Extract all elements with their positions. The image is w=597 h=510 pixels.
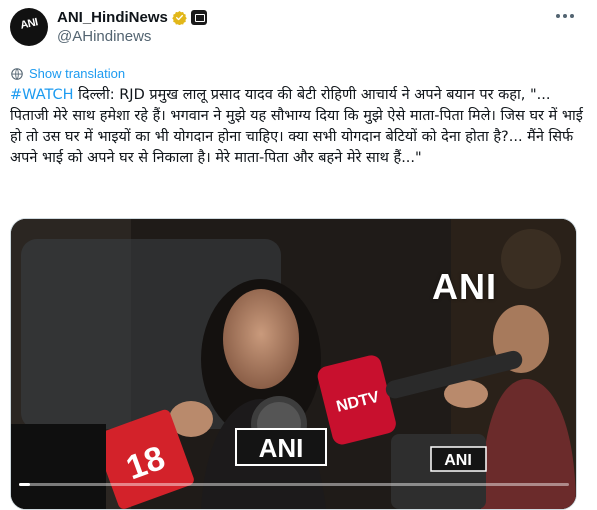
author-handle[interactable]: @AHindinews [57, 28, 151, 45]
hashtag-link[interactable]: #WATCH [10, 87, 74, 103]
tv-icon[interactable] [190, 9, 207, 25]
globe-icon [11, 67, 23, 80]
dot-icon [570, 14, 574, 18]
tweet-body: दिल्ली: RJD प्रमुख लालू प्रसाद यादव की ब… [10, 87, 583, 166]
video-player[interactable]: NDTV ANI 18 ANI [10, 218, 577, 510]
author-avatar[interactable]: ANI [10, 8, 48, 46]
video-frame: NDTV ANI 18 ANI [11, 219, 576, 509]
show-translation-label: Show translation [29, 66, 126, 81]
author-display-name[interactable]: ANI_HindiNews [57, 9, 168, 26]
more-options-button[interactable] [548, 6, 582, 26]
dot-icon [563, 14, 567, 18]
mic-logo-ani-center: ANI [259, 433, 304, 463]
ani-watermark: ANI [432, 266, 497, 307]
author-name-row: ANI_HindiNews [57, 6, 207, 28]
dot-icon [556, 14, 560, 18]
show-translation-link[interactable]: Show translation [10, 66, 125, 81]
gold-check-icon [172, 10, 187, 25]
mic-logo-ani-right: ANI [444, 452, 472, 469]
video-progress-fill [19, 483, 30, 486]
avatar-logo-text: ANI [19, 16, 39, 32]
tweet-text: #WATCH दिल्ली: RJD प्रमुख लालू प्रसाद या… [10, 85, 590, 169]
video-progress-bar[interactable] [19, 483, 569, 486]
